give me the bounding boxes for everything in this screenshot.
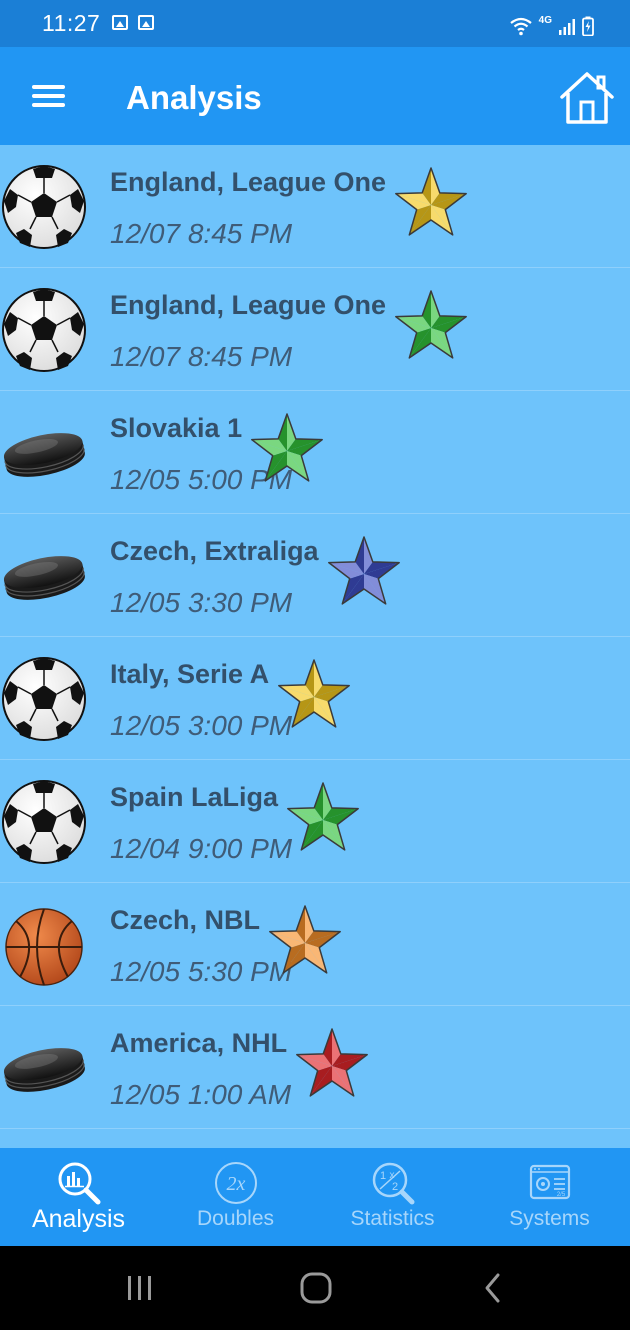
nav-tab-systems[interactable]: 2/5 Systems [471,1148,628,1246]
match-datetime: 12/04 9:00 PM [110,833,293,864]
analysis-icon [58,1162,100,1205]
app-bar: Analysis [0,47,630,145]
wifi-icon [509,17,532,36]
hockey-puck-icon [3,1048,85,1092]
page-title: Analysis [126,79,262,116]
match-row[interactable]: England, League One 12/07 8:45 PM [0,268,630,391]
star-rating-icon [278,659,350,728]
hockey-puck-icon [3,556,85,600]
match-league: England, League One [110,290,387,320]
bottom-navigation: Analysis 2x Doubles 1 2 x Statistics 2/5… [0,1148,630,1246]
network-type: 4G [538,15,552,26]
battery-charging-icon [582,16,594,36]
match-league: Slovakia 1 [110,413,243,443]
match-row[interactable]: Italy, Serie A 12/05 3:00 PM [0,637,630,760]
nav-label: Statistics [350,1207,435,1230]
gallery-notification-icon [112,15,128,30]
match-datetime: 12/07 8:45 PM [110,341,293,372]
nav-label: Systems [509,1207,590,1230]
star-rating-icon [269,905,341,974]
match-league: Spain LaLiga [110,782,279,812]
nav-label: Analysis [31,1205,126,1233]
match-datetime: 12/05 3:30 PM [110,587,293,618]
systems-icon: 2/5 [529,1164,570,1200]
match-league: Czech, NBL [110,905,261,935]
star-rating-icon [395,290,467,359]
gallery-notification-icon [138,15,154,30]
star-rating-icon [296,1028,368,1097]
nav-label: Doubles [196,1207,275,1230]
star-rating-icon [395,167,467,236]
signal-icon [559,19,575,35]
star-rating-icon [251,413,323,482]
statistics-icon: 1 2 x [372,1162,414,1205]
svg-text:2x: 2x [226,1173,245,1195]
back-chevron-icon[interactable] [478,1270,508,1306]
match-datetime: 12/05 3:00 PM [110,710,293,741]
match-row[interactable]: England, League One 12/07 8:45 PM [0,145,630,268]
home-icon[interactable] [556,69,618,127]
status-time: 11:27 [42,10,101,36]
star-rating-icon [287,782,359,851]
status-bar: 11:27 4G [0,0,630,47]
match-row[interactable]: Czech, NBL 12/05 5:30 PM [0,883,630,1006]
menu-button[interactable] [24,75,74,117]
svg-text:2/5: 2/5 [556,1192,565,1198]
doubles-2x-icon: 2x [214,1162,257,1204]
system-navigation-bar [0,1246,630,1330]
nav-tab-statistics[interactable]: 1 2 x Statistics [314,1148,471,1246]
match-list: England, League One 12/07 8:45 PM Englan… [0,145,630,1129]
nav-tab-analysis[interactable]: Analysis [0,1148,157,1246]
app-root: 11:27 4G Analysis England, League One 12… [0,0,630,1330]
match-league: Italy, Serie A [110,659,270,689]
soccer-ball-icon [2,288,86,372]
hamburger-icon-line [32,94,65,98]
hamburger-icon-line [32,103,65,107]
match-league: England, League One [110,167,387,197]
recent-apps-icon[interactable] [124,1270,156,1306]
status-icons: 4G [509,10,594,36]
match-league: America, NHL [110,1028,288,1058]
match-row[interactable]: America, NHL 12/05 1:00 AM [0,1006,630,1129]
basketball-icon [5,908,83,986]
svg-text:1: 1 [379,1170,385,1182]
svg-text:2: 2 [391,1181,397,1193]
star-rating-icon [328,536,400,605]
hamburger-icon-line [32,85,65,89]
match-league: Czech, Extraliga [110,536,319,566]
match-row[interactable]: Slovakia 1 12/05 5:00 PM [0,391,630,514]
soccer-ball-icon [2,657,86,741]
match-row[interactable]: Spain LaLiga 12/04 9:00 PM [0,760,630,883]
match-row[interactable]: Czech, Extraliga 12/05 3:30 PM [0,514,630,637]
soccer-ball-icon [2,165,86,249]
svg-text:x: x [389,1170,394,1181]
match-datetime: 12/07 8:45 PM [110,218,293,249]
nav-tab-doubles[interactable]: 2x Doubles [157,1148,314,1246]
soccer-ball-icon [2,780,86,864]
hockey-puck-icon [3,433,85,477]
match-datetime: 12/05 1:00 AM [110,1079,292,1110]
home-circle-icon[interactable] [298,1270,334,1306]
